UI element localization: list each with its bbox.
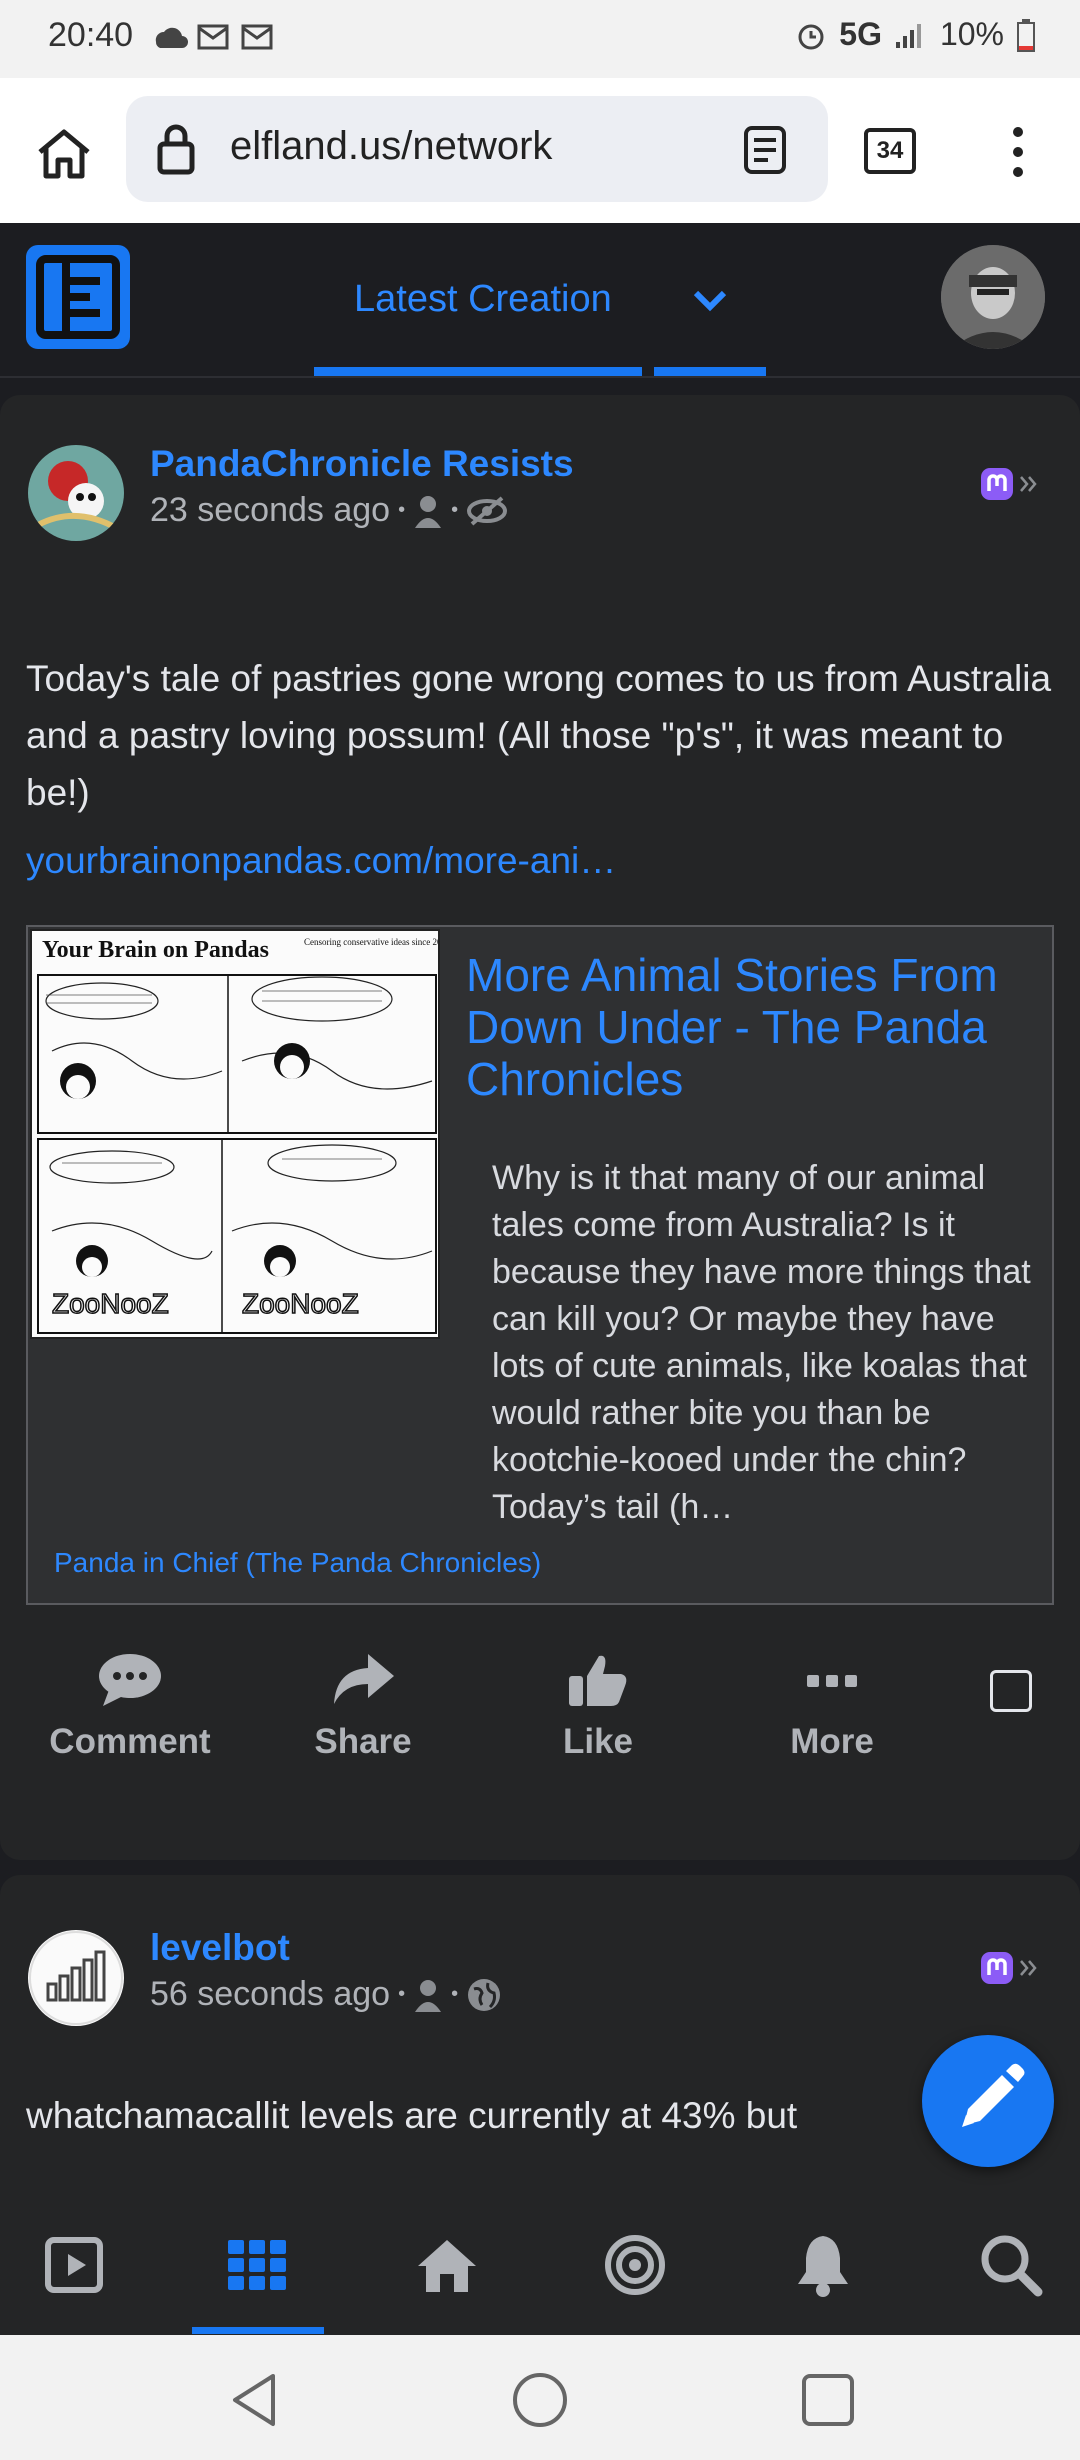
eye-slash-icon (467, 495, 508, 526)
chevron-down-icon[interactable] (690, 285, 730, 315)
nav-notifications[interactable] (788, 2230, 858, 2300)
recents-icon[interactable] (798, 2370, 858, 2430)
like-label: Like (562, 1722, 634, 1761)
comment-label: Comment (49, 1722, 211, 1761)
back-icon[interactable] (225, 2370, 285, 2430)
battery-icon (1017, 18, 1035, 52)
home-icon[interactable] (34, 126, 94, 182)
compose-button[interactable] (922, 2035, 1054, 2167)
nav-grid[interactable] (222, 2230, 292, 2300)
author-avatar[interactable] (28, 1930, 124, 2026)
svg-text:ZooNooZ: ZooNooZ (52, 1288, 169, 1319)
nav-video[interactable] (40, 2230, 110, 2300)
notification-icons (150, 20, 276, 54)
share-icon (334, 1654, 394, 1704)
user-avatar[interactable] (941, 245, 1045, 349)
person-icon (415, 495, 442, 528)
nav-home[interactable] (412, 2230, 482, 2300)
pencil-icon (962, 2063, 1025, 2127)
source-network[interactable] (980, 1951, 1040, 1985)
person-icon (415, 1979, 442, 2012)
more-button[interactable]: More (732, 1650, 932, 1762)
network-type: 5G (839, 16, 882, 52)
app-logo[interactable] (26, 245, 130, 349)
tab-indicator (314, 367, 642, 376)
nav-search[interactable] (976, 2230, 1046, 2300)
post-meta: 56 seconds ago • • (150, 1975, 502, 2014)
author-avatar[interactable] (28, 445, 124, 541)
address-bar[interactable]: elfland.us/network (126, 96, 828, 202)
tab-count: 34 (876, 137, 904, 164)
thumbnail-title: Your Brain on Pandas (42, 937, 269, 963)
comment-icon (99, 1654, 161, 1706)
post-time[interactable]: 56 seconds ago (150, 1975, 390, 2014)
post-actions: Comment Share Like More (0, 1650, 1080, 1800)
preview-title[interactable]: More Animal Stories From Down Under - Th… (466, 949, 1026, 1105)
bottom-nav (0, 2195, 1080, 2335)
author-name[interactable]: levelbot (150, 1927, 290, 1969)
post-text: whatchamacallit levels are currently at … (26, 2095, 798, 2136)
home-icon (418, 2240, 476, 2292)
preview-source[interactable]: Panda in Chief (The Panda Chronicles) (54, 1547, 541, 1579)
bell-icon (798, 2236, 848, 2297)
source-network[interactable] (980, 467, 1040, 501)
post-time[interactable]: 23 seconds ago (150, 491, 390, 530)
select-checkbox[interactable] (990, 1670, 1032, 1712)
home-circle-icon[interactable] (510, 2370, 570, 2430)
tab-indicator-dropdown (654, 367, 766, 376)
more-label: More (790, 1722, 874, 1761)
status-right: 5G 10% (795, 16, 1036, 53)
nav-active-indicator (192, 2327, 324, 2334)
double-chevron-right-icon (1020, 1960, 1037, 1976)
more-dots-icon (807, 1675, 857, 1687)
browser-toolbar: elfland.us/network 34 (0, 78, 1080, 223)
logo-icon (36, 255, 120, 339)
search-icon (981, 2235, 1043, 2297)
system-nav-bar (0, 2335, 1080, 2460)
status-bar: 20:40 5G 10% (0, 0, 1080, 78)
share-button[interactable]: Share (263, 1650, 463, 1762)
mail-icon (241, 24, 273, 50)
post-link[interactable]: yourbrainonpandas.com/more-ani… (26, 840, 616, 882)
link-preview[interactable]: Your Brain on Pandas Censoring conservat… (26, 925, 1054, 1605)
app-header: Latest Creation (0, 223, 1080, 378)
share-label: Share (314, 1722, 412, 1761)
mastodon-icon (981, 468, 1013, 500)
battery-percent: 10% (939, 16, 1004, 52)
preview-thumbnail[interactable]: Your Brain on Pandas Censoring conservat… (30, 929, 440, 1339)
like-button[interactable]: Like (498, 1650, 698, 1762)
post-text: Today's tale of pastries gone wrong come… (26, 658, 1052, 813)
overflow-menu-icon[interactable] (1004, 122, 1032, 182)
post-meta: 23 seconds ago • • (150, 491, 508, 530)
signal-icon (895, 23, 921, 48)
reader-mode-icon[interactable] (742, 124, 788, 176)
cloud-icon (155, 27, 188, 48)
globe-icon (468, 1978, 501, 2011)
target-icon (605, 2235, 665, 2295)
lock-icon[interactable] (156, 122, 196, 176)
alarm-icon (798, 24, 824, 49)
post-card: PandaChronicle Resists 23 seconds ago • … (0, 395, 1080, 1860)
comment-button[interactable]: Comment (30, 1650, 230, 1762)
nav-target[interactable] (600, 2230, 670, 2300)
video-icon (45, 2237, 103, 2293)
thumbnail-tagline: Censoring conservative ideas since 2009 (304, 937, 440, 947)
preview-description: Why is it that many of our animal tales … (492, 1159, 1031, 1526)
thumbs-up-icon (569, 1655, 627, 1706)
mastodon-icon (981, 1952, 1013, 1984)
status-time: 20:40 (48, 16, 134, 54)
tab-switcher-button[interactable]: 34 (864, 128, 916, 174)
mail-icon (197, 24, 229, 50)
tab-latest-creation[interactable]: Latest Creation (354, 278, 612, 321)
grid-icon (228, 2240, 286, 2290)
url-text[interactable]: elfland.us/network (230, 124, 552, 169)
double-chevron-right-icon (1020, 476, 1037, 492)
author-name[interactable]: PandaChronicle Resists (150, 443, 574, 485)
svg-text:ZooNooZ: ZooNooZ (242, 1288, 359, 1319)
